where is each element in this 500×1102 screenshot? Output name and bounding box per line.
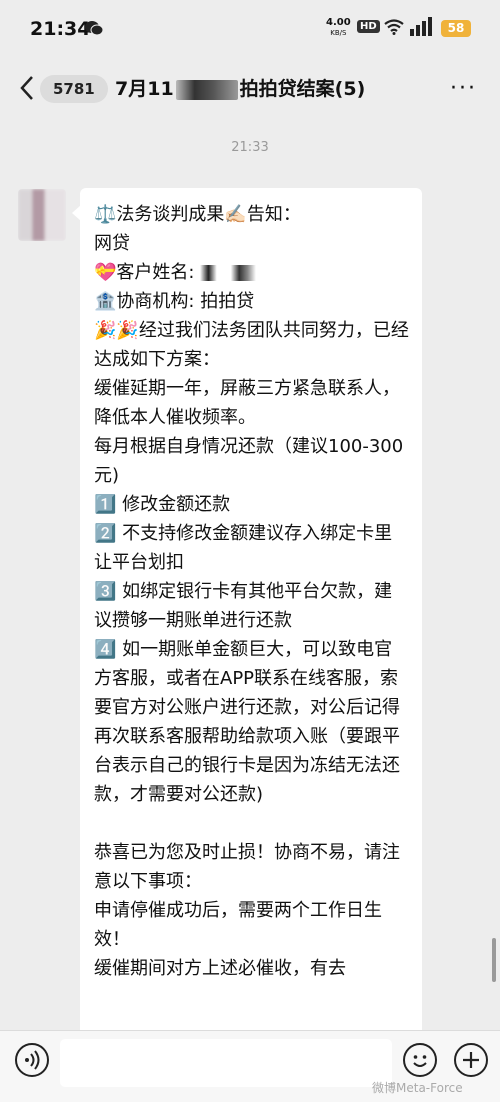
back-chevron-icon[interactable] xyxy=(16,74,38,102)
chat-title: 7月11 拍拍贷结案(5) xyxy=(115,74,365,101)
wechat-notification-icon xyxy=(85,21,104,36)
message-input[interactable] xyxy=(60,1039,392,1087)
hd-badge: HD xyxy=(357,20,380,33)
redacted-title-segment xyxy=(175,79,238,100)
message-bubble[interactable]: ⚖️法务谈判成果✍🏻告知： 网贷 💝客户姓名: 🏦协商机构: 拍拍贷 🎉🎉经过我… xyxy=(80,188,422,1036)
wifi-icon xyxy=(384,19,404,35)
message-text-part1: ⚖️法务谈判成果✍🏻告知： 网贷 💝客户姓名: xyxy=(94,204,301,283)
message-timestamp: 21:33 xyxy=(231,140,269,155)
voice-icon xyxy=(25,1050,40,1070)
plus-icon xyxy=(463,1052,479,1068)
signal-icon xyxy=(410,17,432,36)
emoji-button[interactable] xyxy=(403,1043,437,1077)
unread-count-badge[interactable]: 5781 xyxy=(40,75,108,103)
emoji-icon xyxy=(413,1055,427,1067)
plus-button[interactable] xyxy=(454,1043,488,1077)
message-text-part2: 🏦协商机构: 拍拍贷 🎉🎉经过我们法务团队共同努力，已经达成如下方案： 缓催延期… xyxy=(94,291,409,979)
sender-avatar[interactable] xyxy=(18,189,66,241)
network-speed: 4.00 KB/S xyxy=(326,18,351,38)
network-speed-value: 4.00 xyxy=(326,17,351,28)
chat-header: 5781 7月11 拍拍贷结案(5) ··· xyxy=(0,60,500,116)
status-time: 21:34 xyxy=(30,18,91,40)
battery-indicator: 58 xyxy=(441,20,471,37)
chat-title-suffix: 拍拍贷结案(5) xyxy=(239,78,366,100)
chat-title-prefix: 7月11 xyxy=(115,78,174,100)
scroll-indicator[interactable] xyxy=(492,938,496,982)
input-bar: 微博Meta-Force xyxy=(0,1030,500,1102)
message-text: ⚖️法务谈判成果✍🏻告知： 网贷 💝客户姓名: 🏦协商机构: 拍拍贷 🎉🎉经过我… xyxy=(80,188,422,983)
network-speed-unit: KB/S xyxy=(330,29,347,37)
redacted-customer-name xyxy=(200,265,257,281)
more-dots-icon[interactable]: ··· xyxy=(450,76,477,101)
voice-button[interactable] xyxy=(15,1043,49,1077)
watermark: 微博Meta-Force xyxy=(372,1081,463,1095)
avatar-image xyxy=(18,189,66,241)
status-bar: 21:34 4.00 KB/S HD 58 xyxy=(0,0,500,60)
